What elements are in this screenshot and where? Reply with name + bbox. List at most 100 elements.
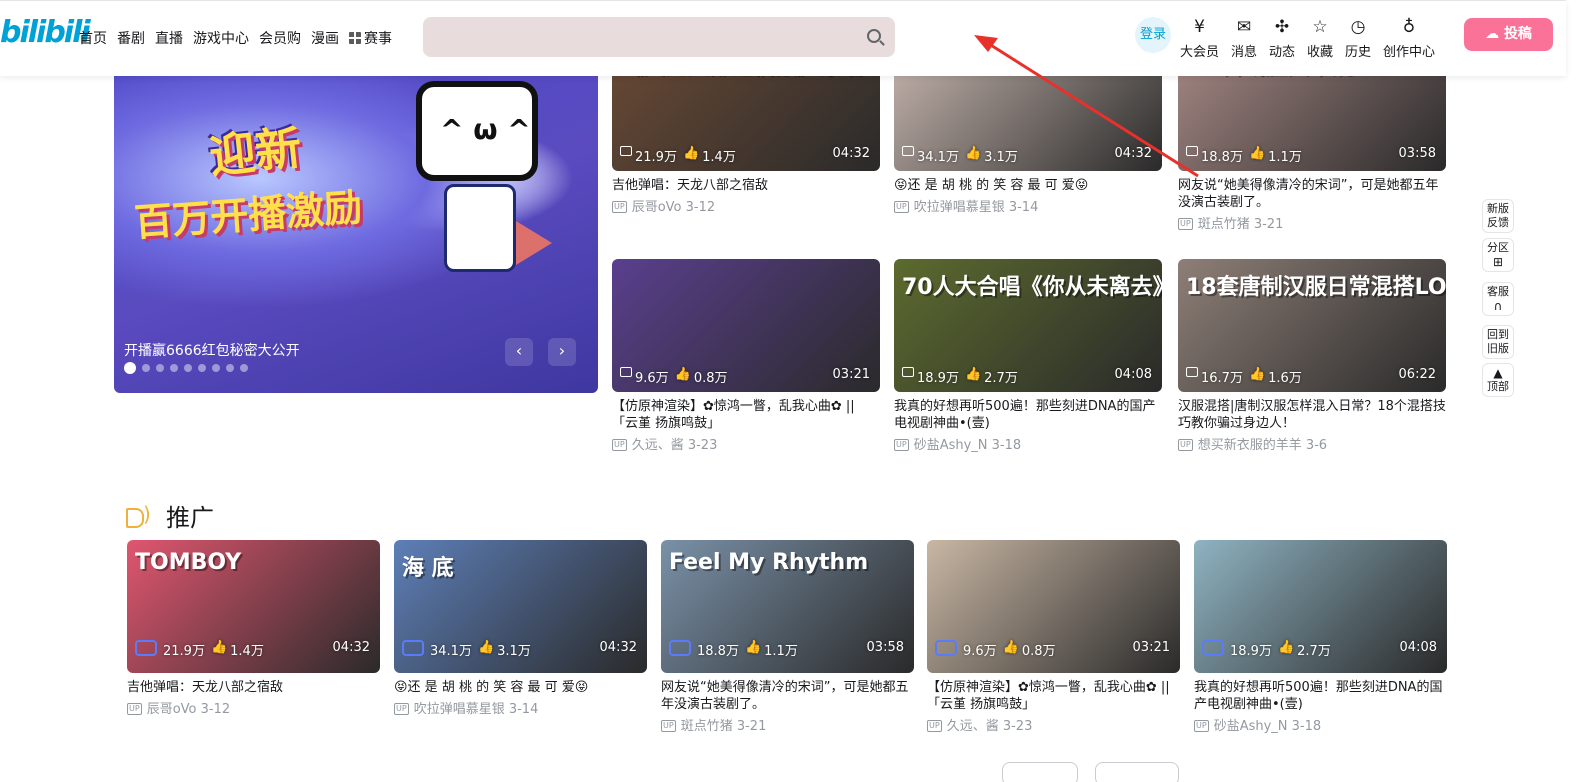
video-author-line[interactable]: UP 吹拉弹唱慕星银 3-14	[894, 196, 1162, 215]
video-thumbnail[interactable]: 70人大合唱《你从未离去》 18.9万 👍 2.7万 04:08	[894, 259, 1162, 392]
nav-creator-center[interactable]: ♁ 创作中心	[1383, 17, 1435, 60]
top-header: bilibili 首页 番剧 直播 游戏中心 会员购 漫画 赛事 登录 ¥ 大会…	[0, 0, 1566, 76]
video-title[interactable]: 【仿原神渲染】✿惊鸿一瞥，乱我心曲✿ ||「云堇 扬旗鸣鼓」	[612, 398, 880, 432]
like-count: 2.7万	[1297, 644, 1331, 659]
video-thumbnail[interactable]: 9.6万 👍 0.8万 03:21	[927, 540, 1180, 673]
banner-caption[interactable]: 开播赢6666红包秘密大公开	[124, 340, 300, 360]
nav-history[interactable]: ◷ 历史	[1345, 17, 1371, 60]
tv-icon	[935, 640, 957, 656]
cutoff-pill-button[interactable]	[1095, 762, 1179, 782]
customer-service-button[interactable]: 客服 ∩	[1482, 282, 1514, 316]
video-title[interactable]: 吉他弹唱：天龙八部之宿敌	[127, 679, 380, 696]
play-count-icon	[902, 367, 914, 377]
nav-live[interactable]: 直播	[155, 28, 183, 48]
author-name: 辰哥oVo	[146, 702, 197, 717]
carousel-dot[interactable]	[142, 364, 150, 372]
nav-mall[interactable]: 会员购	[259, 28, 301, 48]
nav-vip-label: 大会员	[1180, 45, 1220, 60]
video-card[interactable]: 9.6万 👍 0.8万 03:21 【仿原神渲染】✿惊鸿一瞥，乱我心曲✿ ||「云堇 扬…	[612, 259, 880, 453]
video-author-line[interactable]: UP 吹拉弹唱慕星银 3-14	[394, 698, 647, 717]
carousel-dot[interactable]	[226, 364, 234, 372]
carousel-dot[interactable]	[156, 364, 164, 372]
duration: 04:32	[832, 146, 870, 161]
upload-button[interactable]: ☁ 投稿	[1464, 18, 1553, 51]
video-author-line[interactable]: UP 斑点竹猪 3-21	[661, 715, 914, 734]
video-title[interactable]: 吉他弹唱：天龙八部之宿敌	[612, 177, 880, 194]
back-to-top-button[interactable]: ▲ 顶部	[1482, 363, 1514, 397]
nav-dynamics-label: 动态	[1269, 45, 1296, 60]
feedback-button[interactable]: 新版 反馈	[1482, 199, 1514, 233]
carousel-dot[interactable]	[124, 362, 136, 374]
nav-vip[interactable]: ¥ 大会员	[1180, 17, 1219, 60]
video-thumbnail[interactable]: TOMBOY 21.9万 👍 1.4万 04:32	[127, 540, 380, 673]
video-card[interactable]: Feel My Rhythm 18.8万 👍 1.1万 03:58 网友说“她美得像清冷的…	[661, 540, 914, 734]
duration: 04:32	[1114, 146, 1152, 161]
author-name: 吹拉弹唱慕星银	[913, 200, 1005, 215]
video-author-line[interactable]: UP 久远、酱 3-23	[612, 434, 880, 453]
nav-favorites[interactable]: ☆ 收藏	[1307, 17, 1333, 60]
carousel-prev-button[interactable]: ‹	[505, 338, 533, 366]
carousel-next-button[interactable]: ›	[548, 338, 576, 366]
video-author-line[interactable]: UP 辰哥oVo 3-12	[127, 698, 380, 717]
carousel-dot[interactable]	[198, 364, 206, 372]
upload-date: 3-12	[200, 702, 231, 717]
nav-messages[interactable]: ✉ 消息	[1231, 17, 1257, 60]
nav-esports[interactable]: 赛事	[349, 28, 392, 48]
wind-icon: ✣	[1274, 17, 1290, 37]
video-card[interactable]: 9.6万 👍 0.8万 03:21 【仿原神渲染】✿惊鸿一瞥，乱我心曲✿ ||「云堇 扬…	[927, 540, 1180, 734]
up-badge-icon: UP	[927, 720, 942, 732]
video-title[interactable]: 【仿原神渲染】✿惊鸿一瞥，乱我心曲✿ ||「云堇 扬旗鸣鼓」	[927, 679, 1180, 713]
video-title[interactable]: 我真的好想再听500遍！那些刻进DNA的国产电视剧神曲•(壹)	[894, 398, 1162, 432]
video-title[interactable]: 网友说“她美得像清冷的宋词”，可是她都五年没演古装剧了。	[661, 679, 914, 713]
video-author-line[interactable]: UP 斑点竹猪 3-21	[1178, 213, 1446, 232]
video-title[interactable]: 网友说“她美得像清冷的宋词”，可是她都五年没演古装剧了。	[1178, 177, 1446, 211]
thumb-up-icon: 👍	[1002, 640, 1019, 655]
video-card[interactable]: 18.9万 👍 2.7万 04:08 我真的好想再听500遍！那些刻进DNA的国产电视剧…	[1194, 540, 1447, 734]
video-card[interactable]: 18套唐制汉服日常混搭LOOK 16.7万 👍1.6万 06:22 汉服混搭|唐制汉服怎…	[1178, 259, 1446, 453]
video-stats: 18.9万 👍 2.7万 04:08	[902, 367, 1152, 386]
video-card[interactable]: 海 底 34.1万 👍 3.1万 04:32 😝还 是 胡 桃 的 笑 容 最 可 爱😝 U…	[394, 540, 647, 717]
nav-manga[interactable]: 漫画	[311, 28, 339, 48]
video-card[interactable]: TOMBOY 21.9万 👍 1.4万 04:32 吉他弹唱：天龙八部之宿敌 UP 辰哥oVo…	[127, 540, 380, 717]
nav-creator-label: 创作中心	[1383, 45, 1436, 60]
view-count: 18.8万	[697, 644, 739, 659]
nav-anime[interactable]: 番剧	[117, 28, 145, 48]
video-title[interactable]: 我真的好想再听500遍！那些刻进DNA的国产电视剧神曲•(壹)	[1194, 679, 1447, 713]
nav-dynamics[interactable]: ✣ 动态	[1269, 17, 1295, 60]
search-input[interactable]	[423, 17, 895, 57]
old-version-button[interactable]: 回到 旧版	[1482, 325, 1514, 359]
carousel-dot[interactable]	[212, 364, 220, 372]
login-button[interactable]: 登录	[1135, 17, 1171, 53]
video-thumbnail[interactable]: Feel My Rhythm 18.8万 👍 1.1万 03:58	[661, 540, 914, 673]
video-author-line[interactable]: UP 久远、酱 3-23	[927, 715, 1180, 734]
video-thumbnail[interactable]: 海 底 34.1万 👍 3.1万 04:32	[394, 540, 647, 673]
video-author-line[interactable]: UP 想买新衣服的羊羊 3-6	[1178, 434, 1446, 453]
video-author-line[interactable]: UP 辰哥oVo 3-12	[612, 196, 880, 215]
video-card[interactable]: 70人大合唱《你从未离去》 18.9万 👍 2.7万 04:08 我真的好想再听500遍！…	[894, 259, 1162, 453]
clock-icon: ◷	[1350, 17, 1366, 37]
cutoff-pill-button[interactable]	[1002, 762, 1078, 782]
video-title[interactable]: 汉服混搭|唐制汉服怎样混入日常？18个混搭技巧教你骗过身边人！	[1178, 398, 1446, 432]
upload-date: 3-18	[991, 438, 1022, 453]
video-thumbnail[interactable]: 18.9万 👍 2.7万 04:08	[1194, 540, 1447, 673]
thumbnail-text: 70人大合唱《你从未离去》	[902, 275, 1162, 300]
carousel-dot[interactable]	[184, 364, 192, 372]
carousel-dot[interactable]	[170, 364, 178, 372]
carousel-dot[interactable]	[240, 364, 248, 372]
search-icon[interactable]	[867, 29, 881, 43]
categories-button[interactable]: 分区 ⊞	[1482, 238, 1514, 272]
video-author-line[interactable]: UP 砂盐Ashy_N 3-18	[894, 434, 1162, 453]
video-thumbnail[interactable]: 9.6万 👍 0.8万 03:21	[612, 259, 880, 392]
play-count-icon	[620, 146, 632, 156]
bilibili-logo[interactable]: bilibili	[0, 16, 91, 50]
nav-game-center[interactable]: 游戏中心	[193, 28, 249, 48]
author-name: 斑点竹猪	[680, 719, 733, 734]
main-nav: 首页 番剧 直播 游戏中心 会员购 漫画 赛事	[79, 28, 392, 48]
video-title[interactable]: 😝还 是 胡 桃 的 笑 容 最 可 爱😝	[394, 679, 647, 696]
duration: 04:08	[1399, 640, 1437, 655]
nav-home[interactable]: 首页	[79, 28, 107, 48]
video-author-line[interactable]: UP 砂盐Ashy_N 3-18	[1194, 715, 1447, 734]
video-title[interactable]: 😝还 是 胡 桃 的 笑 容 最 可 爱😝	[894, 177, 1162, 194]
banner-carousel[interactable]: 迎新 百万开播激励 ^ ω ^ 开播赢6666红包秘密大公开 ‹ ›	[114, 76, 598, 393]
video-thumbnail[interactable]: 18套唐制汉服日常混搭LOOK 16.7万 👍1.6万 06:22	[1178, 259, 1446, 392]
